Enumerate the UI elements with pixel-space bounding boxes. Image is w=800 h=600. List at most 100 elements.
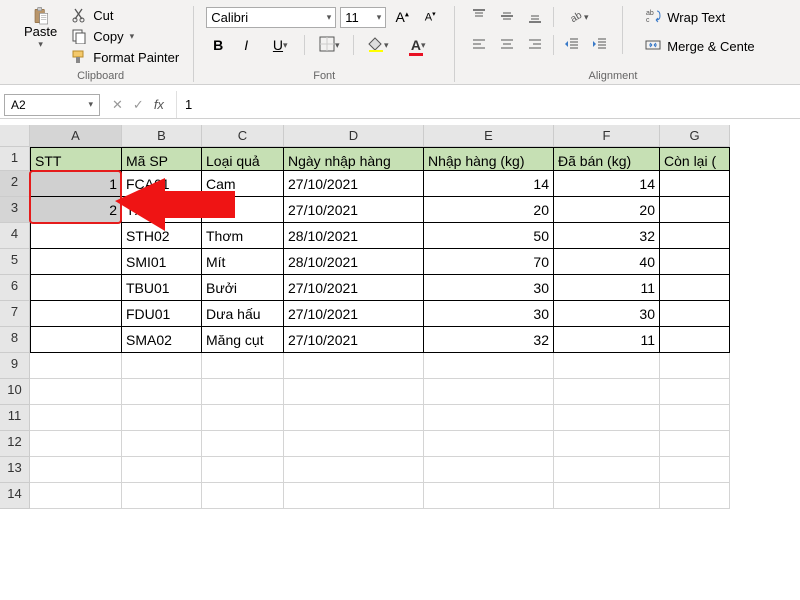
cell[interactable]: 27/10/2021 (284, 275, 424, 301)
merge-center-button[interactable]: Merge & Cente (641, 35, 758, 58)
cell[interactable] (30, 353, 122, 379)
cell[interactable] (30, 405, 122, 431)
cell[interactable] (424, 405, 554, 431)
cell[interactable]: Nhập hàng (kg) (424, 147, 554, 171)
cell[interactable]: 30 (424, 301, 554, 327)
row-header[interactable]: 9 (0, 353, 30, 379)
cell[interactable]: 70 (424, 249, 554, 275)
col-header-G[interactable]: G (660, 125, 730, 147)
decrease-font-button[interactable]: A▾ (418, 6, 442, 28)
row-header[interactable]: 7 (0, 301, 30, 327)
cell[interactable] (202, 431, 284, 457)
cell[interactable] (30, 431, 122, 457)
fx-icon[interactable]: fx (154, 97, 164, 112)
cell[interactable] (424, 457, 554, 483)
cell[interactable]: 30 (424, 275, 554, 301)
cell[interactable] (202, 379, 284, 405)
cell[interactable] (554, 431, 660, 457)
cell[interactable] (122, 483, 202, 509)
cell[interactable]: 28/10/2021 (284, 249, 424, 275)
cell[interactable] (284, 457, 424, 483)
cell[interactable]: Bưởi (202, 275, 284, 301)
row-header[interactable]: 1 (0, 147, 30, 171)
cell[interactable] (660, 275, 730, 301)
cell[interactable]: Ngày nhập hàng (284, 147, 424, 171)
align-middle-button[interactable] (495, 6, 519, 28)
cell[interactable] (660, 301, 730, 327)
col-header-F[interactable]: F (554, 125, 660, 147)
cell[interactable]: 14 (424, 171, 554, 197)
row-header[interactable]: 13 (0, 457, 30, 483)
cell[interactable] (660, 171, 730, 197)
align-bottom-button[interactable] (523, 6, 547, 28)
underline-button[interactable]: U ▾ (262, 34, 298, 56)
cell[interactable] (30, 327, 122, 353)
cell[interactable]: 11 (554, 327, 660, 353)
row-header[interactable]: 2 (0, 171, 30, 197)
cell[interactable]: SMI01 (122, 249, 202, 275)
name-box[interactable]: A2 ▾ (4, 94, 100, 116)
cell[interactable]: SMA02 (122, 327, 202, 353)
cancel-formula-icon[interactable]: ✕ (112, 97, 123, 113)
cell[interactable] (122, 353, 202, 379)
cell[interactable] (660, 249, 730, 275)
row-header[interactable]: 5 (0, 249, 30, 275)
cut-button[interactable]: Cut (69, 6, 181, 24)
cell[interactable]: 30 (554, 301, 660, 327)
cell[interactable]: Còn lại ( (660, 147, 730, 171)
cell[interactable] (122, 379, 202, 405)
cell[interactable]: FDU01 (122, 301, 202, 327)
row-header[interactable]: 8 (0, 327, 30, 353)
cell[interactable] (30, 483, 122, 509)
cell[interactable] (660, 327, 730, 353)
align-top-button[interactable] (467, 6, 491, 28)
cell[interactable]: 14 (554, 171, 660, 197)
cell[interactable] (284, 431, 424, 457)
cell[interactable] (424, 379, 554, 405)
cell[interactable] (660, 431, 730, 457)
cell[interactable] (660, 405, 730, 431)
cell[interactable] (30, 301, 122, 327)
row-header[interactable]: 11 (0, 405, 30, 431)
cell[interactable] (660, 197, 730, 223)
cell[interactable] (30, 249, 122, 275)
cell[interactable] (660, 223, 730, 249)
font-color-button[interactable]: A ▾ (400, 34, 436, 56)
cell[interactable]: 20 (554, 197, 660, 223)
select-all-corner[interactable] (0, 125, 30, 147)
cell[interactable] (284, 379, 424, 405)
decrease-indent-button[interactable] (560, 34, 584, 56)
wrap-text-button[interactable]: abc Wrap Text (641, 6, 758, 29)
cell[interactable]: Mít (202, 249, 284, 275)
align-right-button[interactable] (523, 34, 547, 56)
format-painter-button[interactable]: Format Painter (69, 48, 181, 66)
cell[interactable]: 1 (30, 171, 122, 197)
align-center-button[interactable] (495, 34, 519, 56)
cell[interactable] (284, 353, 424, 379)
cell[interactable] (202, 405, 284, 431)
fill-color-button[interactable]: ▾ (360, 34, 396, 56)
cell[interactable]: Loại quả (202, 147, 284, 171)
cell[interactable]: Mã SP (122, 147, 202, 171)
orientation-button[interactable]: ab ▾ (560, 6, 596, 28)
cell[interactable]: 50 (424, 223, 554, 249)
cell[interactable]: Đã bán (kg) (554, 147, 660, 171)
cell[interactable] (202, 457, 284, 483)
paste-button[interactable]: Paste ▾ (20, 6, 61, 52)
cell[interactable] (122, 457, 202, 483)
bold-button[interactable]: B (206, 34, 230, 56)
cell[interactable]: 27/10/2021 (284, 197, 424, 223)
cell[interactable]: 2 (30, 197, 122, 223)
cell[interactable]: Cam (202, 171, 284, 197)
cell[interactable] (30, 379, 122, 405)
cell[interactable]: Măng cụt (202, 327, 284, 353)
row-header[interactable]: 14 (0, 483, 30, 509)
borders-button[interactable]: ▾ (311, 34, 347, 56)
font-size-combo[interactable]: 11 ▾ (340, 7, 386, 28)
cell[interactable]: 40 (554, 249, 660, 275)
cell[interactable]: 27/10/2021 (284, 301, 424, 327)
italic-button[interactable]: I (234, 34, 258, 56)
cell[interactable] (554, 353, 660, 379)
cell[interactable] (202, 483, 284, 509)
cell[interactable] (554, 379, 660, 405)
